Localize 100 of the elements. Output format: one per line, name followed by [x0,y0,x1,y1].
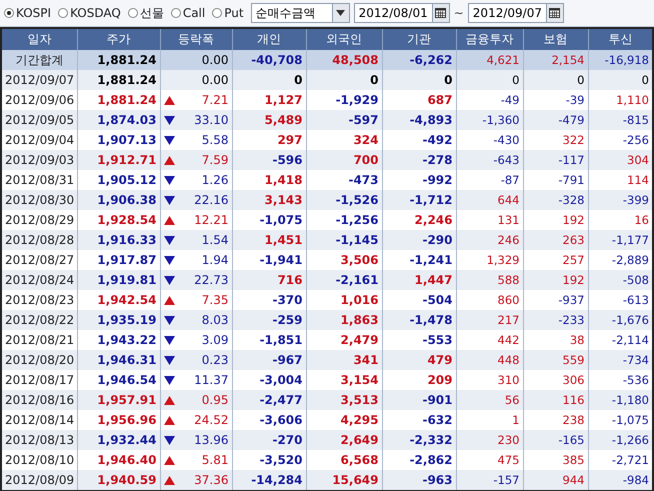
date-field[interactable]: 2012/09/07 [468,3,564,23]
amount-cell: -508 [622,273,649,287]
amount-cell: -1,180 [612,393,649,407]
column-header[interactable]: 개인 [232,28,306,50]
amount-cell: -479 [558,113,584,127]
amount-cell: -399 [622,193,649,207]
amount-cell: 1 [512,413,520,427]
amount-cell: -596 [272,153,302,167]
date-cell: 기간합계 [15,52,64,66]
amount-cell: -87 [500,173,520,187]
amount-cell: -1,676 [612,313,649,327]
change-cell: 22.16 [194,193,228,207]
column-header[interactable]: 외국인 [306,28,382,50]
column-header[interactable]: 주가 [77,28,160,50]
date-cell: 2012/08/29 [5,213,74,227]
change-cell: 1.54 [202,233,228,247]
amount-cell: 192 [562,273,584,287]
amount-cell: 559 [562,353,584,367]
market-radio[interactable]: Put [212,6,244,20]
market-radio[interactable]: KOSPI [4,6,52,20]
amount-cell: -963 [422,473,452,487]
price-cell: 1,912.71 [97,153,156,167]
price-cell: 1,942.54 [97,293,156,307]
amount-cell: 385 [562,453,584,467]
amount-cell: 2,479 [340,333,378,347]
change-cell: 13.96 [194,433,228,447]
amount-cell: 1,127 [264,93,302,107]
column-header[interactable]: 기관 [382,28,456,50]
market-radio[interactable]: 선물 [128,4,164,22]
column-header[interactable]: 금융투자 [456,28,523,50]
amount-cell: -967 [272,353,302,367]
amount-cell: -328 [558,193,584,207]
amount-cell: 341 [353,353,378,367]
amount-cell: -815 [622,113,649,127]
amount-cell: 442 [498,333,520,347]
amount-cell: 306 [562,373,584,387]
amount-cell: 6,568 [340,453,378,467]
price-cell: 1,935.19 [97,313,156,327]
date-cell: 2012/09/07 [5,73,74,87]
amount-cell: 246 [498,233,520,247]
date-field[interactable]: 2012/08/01 [354,3,450,23]
amount-cell: 310 [498,373,520,387]
amount-cell: 1,418 [264,173,302,187]
change-cell: 7.59 [202,153,228,167]
amount-cell: 263 [562,233,584,247]
amount-cell: 16 [634,213,649,227]
change-cell: 0.00 [202,53,228,67]
column-header[interactable]: 일자 [1,28,77,50]
amount-cell: 2,246 [414,213,452,227]
price-cell: 1,917.87 [97,253,156,267]
amount-cell: 209 [427,373,452,387]
calendar-icon [435,8,446,18]
date-cell: 2012/08/30 [5,193,74,207]
amount-cell: 1,447 [414,273,452,287]
dropdown-caret-icon [336,10,346,16]
amount-cell: -473 [348,173,378,187]
change-cell: 22.73 [194,273,228,287]
amount-cell: 0 [642,73,649,87]
amount-cell: -1,712 [410,193,452,207]
amount-cell: -14,284 [251,473,302,487]
change-cell: 7.21 [202,93,228,107]
amount-cell: -1,526 [336,193,378,207]
market-radio[interactable]: KOSDAQ [58,6,121,20]
amount-cell: 131 [498,213,520,227]
amount-cell: -992 [422,173,452,187]
amount-cell: 0 [444,73,452,87]
amount-cell: -2,114 [612,333,649,347]
amount-cell: -278 [422,153,452,167]
amount-cell: 217 [498,313,520,327]
date-cell: 2012/08/27 [5,253,74,267]
amount-cell: -1,266 [612,433,649,447]
column-header[interactable]: 투신 [588,28,653,50]
date-cell: 2012/08/14 [5,413,74,427]
amount-cell: -597 [348,113,378,127]
market-radio[interactable]: Call [170,6,206,20]
amount-cell: -1,177 [612,233,649,247]
amount-cell: 0 [370,73,378,87]
date-cell: 2012/08/09 [5,473,74,487]
amount-cell: -1,075 [260,213,302,227]
change-cell: 0.23 [202,353,228,367]
amount-cell: -256 [622,133,649,147]
amount-cell: 322 [562,133,584,147]
column-header[interactable]: 보험 [523,28,588,50]
amount-cell: 304 [627,153,649,167]
amount-cell: -259 [272,313,302,327]
price-cell: 1,919.81 [97,273,156,287]
amount-cell: -1,360 [482,113,520,127]
amount-cell: 324 [353,133,378,147]
column-header[interactable]: 등락폭 [160,28,232,50]
date-cell: 2012/08/28 [5,233,74,247]
date-cell: 2012/08/20 [5,353,74,367]
date-cell: 2012/08/16 [5,393,74,407]
amount-cell: 3,513 [340,393,378,407]
amount-cell: -49 [500,93,520,107]
price-cell: 1,946.31 [97,353,156,367]
measure-dropdown[interactable]: 순매수금액 [250,3,350,23]
amount-cell: 230 [498,433,520,447]
change-cell: 3.09 [202,333,228,347]
date-cell: 2012/09/04 [5,133,74,147]
amount-cell: -270 [272,433,302,447]
